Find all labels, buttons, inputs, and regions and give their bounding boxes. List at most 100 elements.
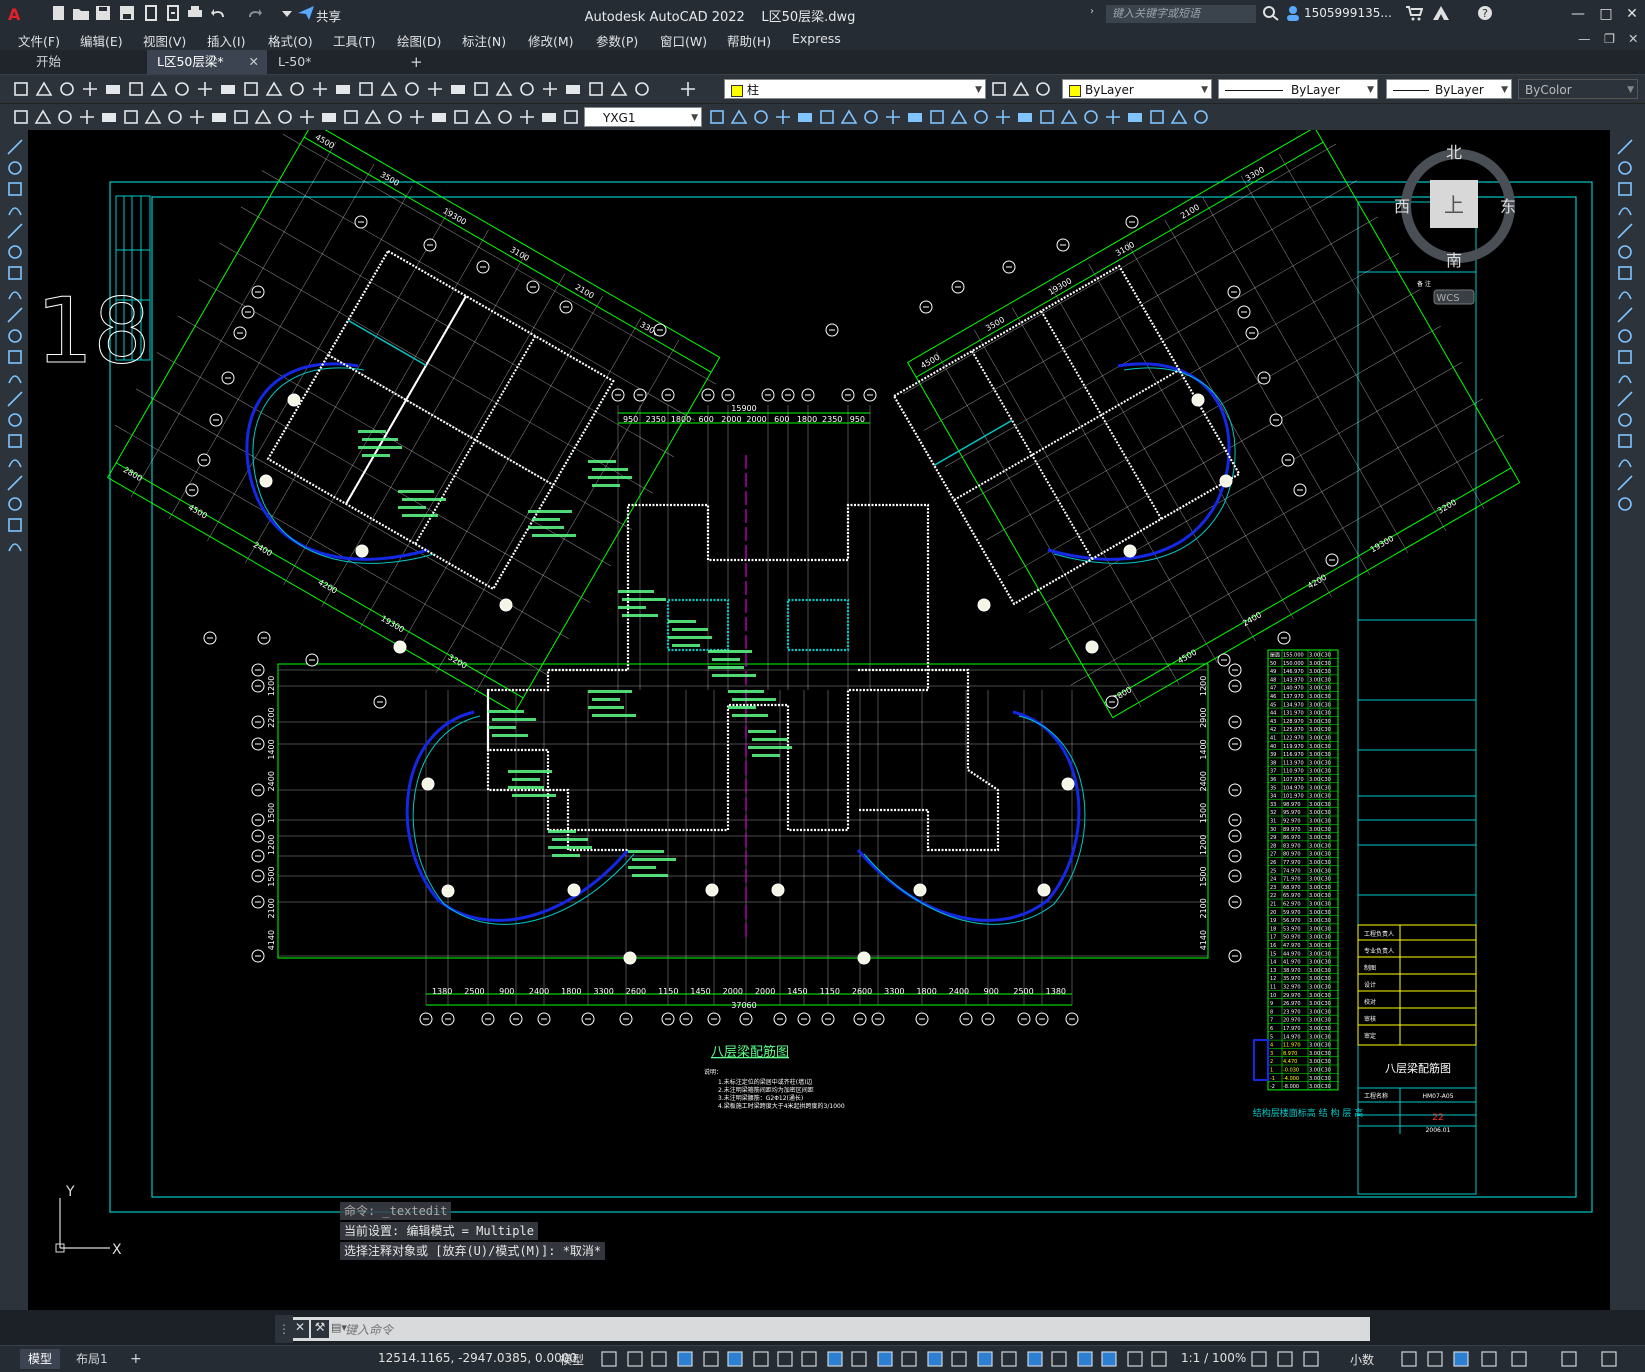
layer-tool-3-icon[interactable] bbox=[1034, 80, 1052, 98]
viewcube-south[interactable]: 南 bbox=[1446, 251, 1462, 270]
dim-tool-24-icon[interactable] bbox=[518, 108, 536, 126]
command-close-icon[interactable]: ✕ bbox=[291, 1320, 309, 1338]
modify-tool-19-icon[interactable] bbox=[1104, 108, 1122, 126]
left-palette-tool-3-icon[interactable] bbox=[6, 180, 24, 198]
left-palette-tool-14-icon[interactable] bbox=[6, 411, 24, 429]
modify-tool-6-icon[interactable] bbox=[818, 108, 836, 126]
right-palette-tool-18-icon[interactable] bbox=[1616, 495, 1634, 513]
std-tool-11-icon[interactable] bbox=[242, 80, 260, 98]
std-tool-9-icon[interactable] bbox=[196, 80, 214, 98]
status-toggle-13-icon[interactable] bbox=[900, 1350, 918, 1368]
status-toggle-19-icon[interactable] bbox=[1050, 1350, 1068, 1368]
modify-tool-13-icon[interactable] bbox=[972, 108, 990, 126]
dim-tool-11-icon[interactable] bbox=[232, 108, 250, 126]
doc-restore-icon[interactable]: ❐ bbox=[1604, 31, 1615, 46]
modify-tool-3-icon[interactable] bbox=[752, 108, 770, 126]
drawing-svg[interactable]: 18 备 注 审定审核校对设计制图专业负责人工程负责人 八层梁配筋图 工程名称 … bbox=[28, 121, 1610, 1310]
new-file-icon[interactable] bbox=[50, 5, 68, 21]
menu-tools[interactable]: 工具(T) bbox=[333, 31, 375, 50]
dim-tool-9-icon[interactable] bbox=[188, 108, 206, 126]
right-palette-tool-14-icon[interactable] bbox=[1616, 411, 1634, 429]
status-toggle-21-icon[interactable] bbox=[1100, 1350, 1118, 1368]
status-toggle-30-icon[interactable] bbox=[1480, 1350, 1498, 1368]
autodesk-apps-icon[interactable] bbox=[1432, 5, 1450, 21]
command-input[interactable] bbox=[343, 1320, 1347, 1340]
left-palette-tool-20-icon[interactable] bbox=[6, 537, 24, 555]
modify-tool-18-icon[interactable] bbox=[1082, 108, 1100, 126]
status-toggle-15-icon[interactable] bbox=[950, 1350, 968, 1368]
status-toggle-9-icon[interactable] bbox=[800, 1350, 818, 1368]
tab-l50-beam[interactable]: L区50层梁* ✕ bbox=[147, 50, 267, 74]
modify-tool-8-icon[interactable] bbox=[862, 108, 880, 126]
status-toggle-24-icon[interactable] bbox=[1250, 1350, 1268, 1368]
std-tool-8-icon[interactable] bbox=[173, 80, 191, 98]
modify-tool-11-icon[interactable] bbox=[928, 108, 946, 126]
right-palette-tool-10-icon[interactable] bbox=[1616, 327, 1634, 345]
right-palette-tool-8-icon[interactable] bbox=[1616, 285, 1634, 303]
std-tool-10-icon[interactable] bbox=[219, 80, 237, 98]
dim-tool-1-icon[interactable] bbox=[12, 108, 30, 126]
modify-tool-16-icon[interactable] bbox=[1038, 108, 1056, 126]
status-toggle-4-icon[interactable] bbox=[676, 1350, 694, 1368]
color-dropdown[interactable]: ByLayer ▼ bbox=[1062, 79, 1212, 99]
std-tool-5-icon[interactable] bbox=[104, 80, 122, 98]
user-name[interactable]: 1505999135... bbox=[1304, 6, 1392, 20]
std-tool-17-icon[interactable] bbox=[380, 80, 398, 98]
status-toggle-7-icon[interactable] bbox=[752, 1350, 770, 1368]
left-palette-tool-5-icon[interactable] bbox=[6, 222, 24, 240]
left-palette-tool-12-icon[interactable] bbox=[6, 369, 24, 387]
status-toggle-8-icon[interactable] bbox=[776, 1350, 794, 1368]
lineweight-dropdown[interactable]: ByLayer ▼ bbox=[1386, 79, 1512, 99]
share-icon[interactable] bbox=[297, 5, 315, 21]
menu-dimension[interactable]: 标注(N) bbox=[462, 31, 506, 50]
close-icon[interactable]: ✕ bbox=[1622, 4, 1642, 24]
right-palette-tool-5-icon[interactable] bbox=[1616, 222, 1634, 240]
dim-tool-4-icon[interactable] bbox=[78, 108, 96, 126]
status-toggle-29-icon[interactable] bbox=[1452, 1350, 1470, 1368]
left-palette-tool-11-icon[interactable] bbox=[6, 348, 24, 366]
modify-tool-17-icon[interactable] bbox=[1060, 108, 1078, 126]
std-tool-20-icon[interactable] bbox=[449, 80, 467, 98]
dim-tool-12-icon[interactable] bbox=[254, 108, 272, 126]
left-palette-tool-15-icon[interactable] bbox=[6, 432, 24, 450]
modify-tool-1-icon[interactable] bbox=[708, 108, 726, 126]
std-tool-16-icon[interactable] bbox=[357, 80, 375, 98]
dim-tool-3-icon[interactable] bbox=[56, 108, 74, 126]
units-readout[interactable]: 小数 bbox=[1350, 1351, 1374, 1368]
left-palette-tool-6-icon[interactable] bbox=[6, 243, 24, 261]
dim-tool-21-icon[interactable] bbox=[452, 108, 470, 126]
std-tool-6-icon[interactable] bbox=[127, 80, 145, 98]
left-palette-tool-2-icon[interactable] bbox=[6, 159, 24, 177]
menu-help[interactable]: 帮助(H) bbox=[727, 31, 771, 50]
status-toggle-6-icon[interactable] bbox=[726, 1350, 744, 1368]
modify-tool-10-icon[interactable] bbox=[906, 108, 924, 126]
left-palette-tool-1-icon[interactable] bbox=[6, 138, 24, 156]
status-toggle-27-icon[interactable] bbox=[1400, 1350, 1418, 1368]
std-tool-29-icon[interactable] bbox=[679, 80, 697, 98]
minimize-icon[interactable]: — bbox=[1568, 4, 1588, 24]
dim-tool-22-icon[interactable] bbox=[474, 108, 492, 126]
status-toggle-32-icon[interactable] bbox=[1560, 1350, 1578, 1368]
right-palette-tool-17-icon[interactable] bbox=[1616, 474, 1634, 492]
wcs-label[interactable]: WCS bbox=[1436, 293, 1459, 304]
modify-tool-14-icon[interactable] bbox=[994, 108, 1012, 126]
dimstyle-dropdown[interactable]: YXG1 ▼ bbox=[584, 107, 702, 127]
undo-icon[interactable] bbox=[210, 5, 228, 21]
right-palette-tool-9-icon[interactable] bbox=[1616, 306, 1634, 324]
viewcube-west[interactable]: 西 bbox=[1394, 197, 1410, 216]
left-palette-tool-16-icon[interactable] bbox=[6, 453, 24, 471]
status-toggle-5-icon[interactable] bbox=[702, 1350, 720, 1368]
std-tool-15-icon[interactable] bbox=[334, 80, 352, 98]
right-palette-tool-2-icon[interactable] bbox=[1616, 159, 1634, 177]
command-settings-icon[interactable]: ⚒ bbox=[311, 1320, 329, 1338]
left-palette-tool-19-icon[interactable] bbox=[6, 516, 24, 534]
viewcube-east[interactable]: 东 bbox=[1500, 197, 1516, 216]
layout-tab-layout1[interactable]: 布局1 bbox=[68, 1349, 116, 1369]
left-palette-tool-9-icon[interactable] bbox=[6, 306, 24, 324]
right-palette-tool-1-icon[interactable] bbox=[1616, 138, 1634, 156]
status-toggle-1-icon[interactable] bbox=[600, 1350, 618, 1368]
viewcube[interactable]: 上 北 南 东 西 WCS bbox=[1394, 143, 1516, 305]
std-tool-14-icon[interactable] bbox=[311, 80, 329, 98]
autocad-logo[interactable]: A bbox=[8, 5, 26, 24]
doc-close-icon[interactable]: ✕ bbox=[1628, 31, 1638, 46]
